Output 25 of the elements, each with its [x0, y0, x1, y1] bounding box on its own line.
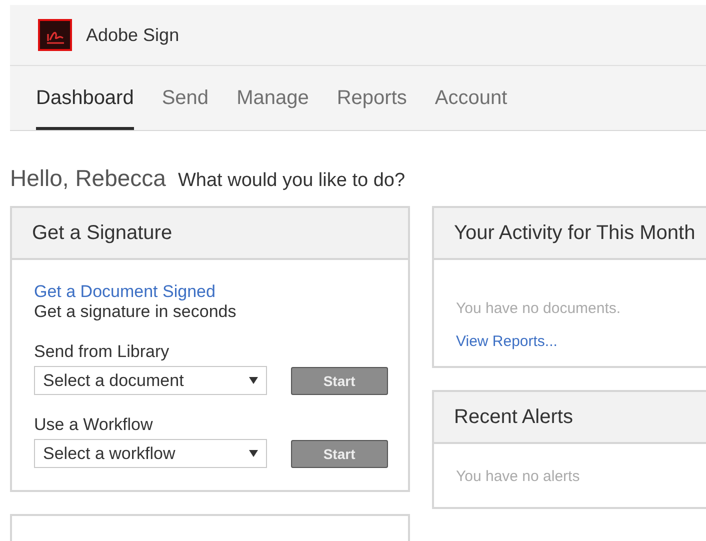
greeting: Hello, Rebecca: [10, 165, 166, 192]
app-name: Adobe Sign: [86, 24, 180, 46]
section-label: Use a Workflow: [34, 415, 154, 435]
subtitle: Get a signature in seconds: [34, 302, 238, 322]
nav-tab[interactable]: Send: [162, 66, 227, 130]
nav-tab[interactable]: Manage: [236, 66, 327, 130]
select-field[interactable]: Select a workflow: [34, 439, 267, 468]
card-title: Your Activity for This Month: [434, 208, 706, 260]
card-title: Recent Alerts: [434, 392, 706, 444]
logo-icon: [38, 19, 72, 51]
greeting-prompt: What would you like to do?: [178, 170, 406, 192]
nav-tab[interactable]: Reports: [336, 66, 425, 130]
caret-icon: [248, 377, 258, 384]
start-button[interactable]: Start: [290, 440, 388, 468]
empty-message: You have no alerts: [456, 468, 581, 485]
reports-link[interactable]: View Reports...: [456, 333, 706, 350]
start-button[interactable]: Start: [290, 366, 388, 394]
caret-icon: [248, 450, 258, 457]
nav-tab[interactable]: Dashboard: [36, 66, 134, 130]
nav-tab[interactable]: Account: [434, 66, 526, 130]
document-link[interactable]: Get a Document Signed: [34, 282, 388, 302]
select-field[interactable]: Select a document: [34, 366, 267, 395]
empty-message: You have no documents.: [456, 300, 622, 317]
section-label: Send from Library: [34, 342, 170, 362]
card-title: Get a Signature: [12, 208, 408, 260]
